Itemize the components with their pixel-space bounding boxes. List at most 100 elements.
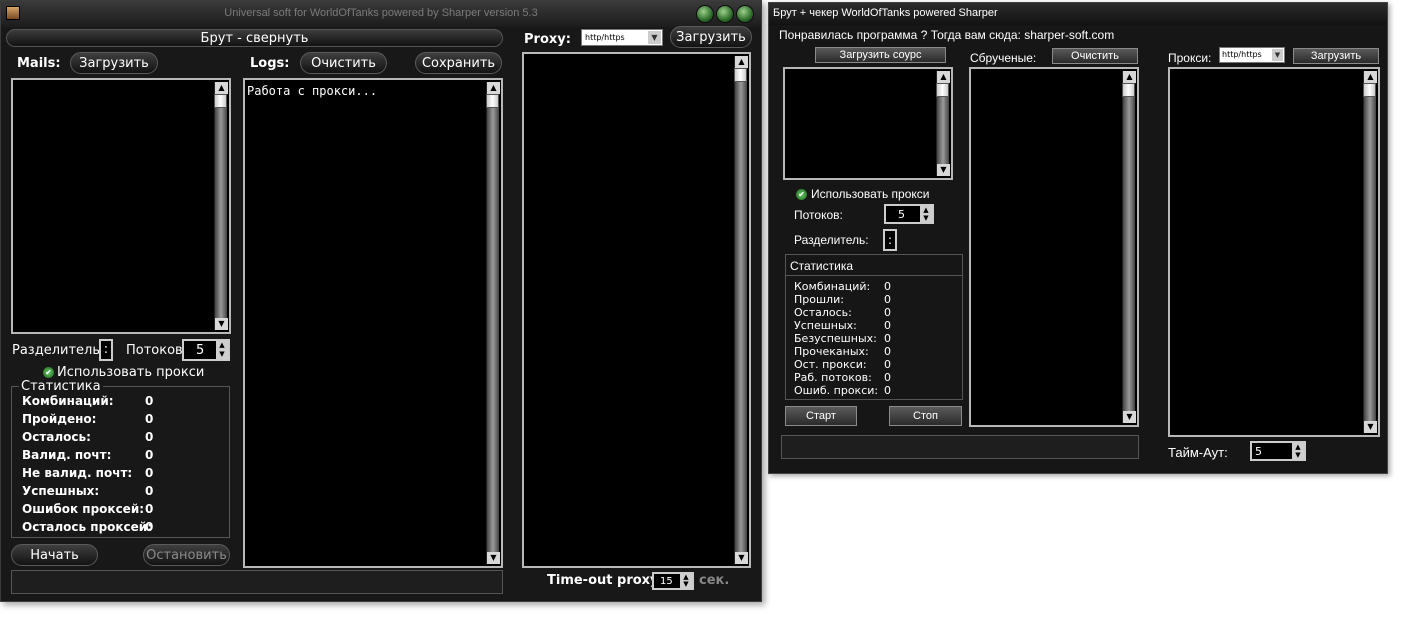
stat-value: 0 [884,306,891,319]
scroll-thumb[interactable] [734,68,747,82]
proxy-scrollbar[interactable]: ▲ ▼ [1363,71,1377,433]
bruted-scrollbar[interactable]: ▲ ▼ [1122,71,1136,423]
threads-value: 5 [898,208,905,221]
bruted-label: Сбрученые: [970,51,1037,65]
stat-value: 0 [145,394,154,408]
proxy-type-select[interactable]: http/https ▼ [581,29,663,46]
stats-title: Статистика [19,379,103,394]
scroll-up-icon[interactable]: ▲ [1123,71,1136,83]
chevron-down-icon[interactable]: ▼ [648,31,661,44]
timeout-spinner[interactable]: 5 ▲ ▼ [1250,441,1306,461]
scroll-up-icon[interactable]: ▲ [937,71,950,83]
logs-save-button[interactable]: Сохранить [415,52,502,74]
brute-collapse-bar[interactable]: Брут - свернуть [6,29,503,47]
logs-area[interactable]: Работа с прокси... ▲ ▼ [243,78,503,568]
proxy-list[interactable]: ▲ ▼ [522,52,751,568]
proxy-type-value: http/https [585,33,625,42]
scroll-down-icon[interactable]: ▼ [1364,421,1377,433]
spin-up-icon[interactable]: ▲ [1292,443,1304,451]
spin-down-icon[interactable]: ▼ [1292,451,1304,459]
scroll-up-icon[interactable]: ▲ [487,82,500,94]
stat-label: Осталось: [22,430,91,444]
scroll-up-icon[interactable]: ▲ [735,56,748,68]
timeout-label: Тайм-Аут: [1168,445,1228,460]
timeout-spinner[interactable]: 15 ▲ ▼ [652,572,694,590]
mails-label: Mails: [17,56,61,71]
timeout-label: Time-out proxy: [547,573,664,588]
scroll-down-icon[interactable]: ▼ [735,552,748,564]
stat-label: Прошли: [794,293,844,306]
threads-spinner[interactable]: 5 ▲ ▼ [884,204,934,224]
stat-value: 0 [145,448,154,462]
proxy-load-button[interactable]: Загрузить [1293,48,1379,64]
proxy-scrollbar[interactable]: ▲ ▼ [734,56,748,564]
spin-down-icon[interactable]: ▼ [920,214,932,222]
window-title: Universal soft for WorldOfTanks powered … [224,7,538,19]
use-proxy-checkbox[interactable]: ✔ [43,367,54,378]
stat-label: Валид. почт: [22,448,112,462]
close-button[interactable] [736,5,754,23]
use-proxy-checkbox[interactable]: ✔ [796,189,807,200]
stop-button[interactable]: Остановить [143,544,230,566]
stat-label: Комбинаций: [22,394,114,408]
spin-up-icon[interactable]: ▲ [920,206,932,214]
scroll-up-icon[interactable]: ▲ [1364,71,1377,83]
source-scrollbar[interactable]: ▲ ▼ [936,71,950,176]
main-window: Universal soft for WorldOfTanks powered … [0,0,762,602]
stat-value: 0 [884,371,891,384]
scroll-thumb[interactable] [1122,83,1135,97]
maximize-button[interactable] [716,5,734,23]
title-bar: Universal soft for WorldOfTanks powered … [1,1,761,27]
stat-value: 0 [884,345,891,358]
separator-label: Разделитель [12,343,101,358]
stop-button[interactable]: Стоп [889,406,962,426]
mails-list[interactable]: ▲ ▼ [11,78,231,334]
stats-title: Статистика [790,259,854,273]
stat-label: Ошиб. прокси: [794,384,879,397]
start-button[interactable]: Старт [785,406,857,426]
mails-load-button[interactable]: Загрузить [70,52,158,74]
scroll-down-icon[interactable]: ▼ [215,318,228,330]
scroll-thumb[interactable] [214,94,227,108]
spin-down-icon[interactable]: ▼ [680,581,692,588]
proxy-list[interactable]: ▲ ▼ [1168,67,1380,437]
proxy-load-button[interactable]: Загрузить [670,26,752,48]
bruted-clear-button[interactable]: Очистить [1052,48,1138,64]
chevron-down-icon[interactable]: ▼ [1272,49,1283,61]
spin-down-icon[interactable]: ▼ [216,350,228,359]
logs-scrollbar[interactable]: ▲ ▼ [486,82,500,564]
proxy-type-value: http/https [1222,50,1262,59]
minimize-button[interactable] [696,5,714,23]
threads-spinner[interactable]: 5 ▲ ▼ [182,339,230,361]
scroll-down-icon[interactable]: ▼ [1123,411,1136,423]
proxy-type-select[interactable]: http/https ▼ [1219,47,1285,63]
stat-value: 0 [145,484,154,498]
scroll-down-icon[interactable]: ▼ [487,552,500,564]
scroll-thumb[interactable] [486,94,499,108]
stat-value: 0 [884,384,891,397]
scroll-thumb[interactable] [1363,83,1376,97]
stat-label: Не валид. почт: [22,466,133,480]
mails-scrollbar[interactable]: ▲ ▼ [214,82,228,330]
bruted-list[interactable]: ▲ ▼ [969,67,1139,427]
scroll-up-icon[interactable]: ▲ [215,82,228,94]
load-source-button[interactable]: Загрузить соурс [815,47,946,63]
separator-input[interactable]: : [99,339,113,361]
spin-up-icon[interactable]: ▲ [216,341,228,350]
timeout-value: 5 [1255,445,1262,458]
separator-input[interactable]: : [883,229,897,251]
stat-label: Раб. потоков: [794,371,872,384]
stat-label: Успешных: [794,319,857,332]
scroll-thumb[interactable] [936,83,949,97]
scroll-down-icon[interactable]: ▼ [937,164,950,176]
logs-clear-button[interactable]: Очистить [300,52,387,74]
promo-text: Понравилась программа ? Тогда вам сюда: … [779,28,1115,42]
start-button[interactable]: Начать [11,544,98,566]
threads-label: Потоков: [126,343,188,358]
title-bar: Брут + чекер WorldOfTanks powered Sharpe… [769,3,1387,25]
proxy-label: Прокси: [1168,51,1212,65]
source-list[interactable]: ▲ ▼ [783,67,953,180]
proxy-label: Proxy: [524,32,571,47]
timeout-unit: сек. [699,573,730,588]
logs-label: Logs: [250,56,290,71]
